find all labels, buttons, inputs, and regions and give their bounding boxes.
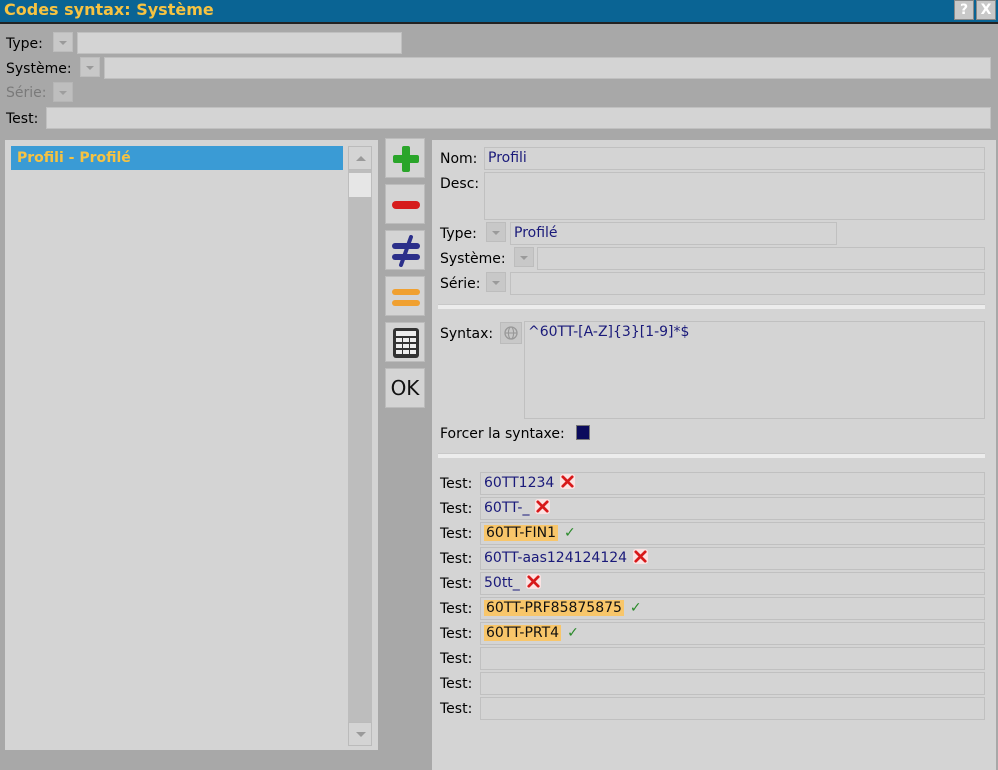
serie-label: Série: <box>6 85 47 101</box>
calculator-button[interactable] <box>385 322 425 362</box>
not-equal-button[interactable] <box>385 230 425 270</box>
ok-button[interactable]: OK <box>385 368 425 408</box>
test-value: 60TT1234 <box>484 475 555 491</box>
test-row-label: Test: <box>440 626 473 642</box>
desc-label: Desc: <box>440 176 480 192</box>
systeme-label: Système: <box>6 61 72 77</box>
test-row-label: Test: <box>440 601 473 617</box>
test-row-label: Test: <box>440 576 473 592</box>
detail-type-field[interactable]: Profilé <box>510 222 837 245</box>
test-field[interactable]: 60TT-FIN1 ✓ <box>480 522 985 545</box>
equal-icon <box>392 289 420 306</box>
test-field[interactable] <box>480 672 985 695</box>
nom-label: Nom: <box>440 151 478 167</box>
desc-field[interactable] <box>484 172 985 220</box>
detail-serie-label: Série: <box>440 276 481 292</box>
systeme-dropdown[interactable] <box>80 57 100 77</box>
cross-icon <box>525 574 541 589</box>
cross-icon <box>535 499 551 514</box>
test-value: 60TT-PRT4 <box>484 625 562 641</box>
test-row-label: Test: <box>440 701 473 717</box>
nom-field[interactable]: Profili <box>484 147 985 170</box>
test-value: 60TT-aas124124124 <box>484 550 628 566</box>
test-field[interactable] <box>480 647 985 670</box>
syntax-globe-button[interactable] <box>500 322 522 344</box>
test-row-label: Test: <box>440 651 473 667</box>
test-row-label: Test: <box>440 676 473 692</box>
forcer-label: Forcer la syntaxe: <box>440 426 565 442</box>
test-field[interactable] <box>480 697 985 720</box>
detail-serie-field[interactable] <box>510 272 985 295</box>
syntax-field[interactable]: ^60TT-[A-Z]{3}[1-9]*$ <box>524 321 985 419</box>
test-field[interactable] <box>46 107 991 129</box>
test-field[interactable]: 60TT-aas124124124 <box>480 547 985 570</box>
window-title: Codes syntax: Système <box>4 0 214 19</box>
divider <box>438 304 985 309</box>
not-equal-icon <box>392 235 420 267</box>
detail-systeme-dropdown[interactable] <box>514 247 534 267</box>
test-field[interactable]: 60TT-_ <box>480 497 985 520</box>
check-icon: ✓ <box>567 625 579 641</box>
type-label: Type: <box>6 36 43 52</box>
type-dropdown[interactable] <box>53 32 73 52</box>
divider <box>438 453 985 458</box>
remove-button[interactable] <box>385 184 425 224</box>
test-value: 60TT-FIN1 <box>484 525 558 541</box>
test-row-label: Test: <box>440 476 473 492</box>
list-panel <box>5 140 378 750</box>
equal-button[interactable] <box>385 276 425 316</box>
detail-systeme-field[interactable] <box>537 247 985 270</box>
detail-type-dropdown[interactable] <box>486 222 506 242</box>
test-row-label: Test: <box>440 551 473 567</box>
test-value: 60TT-PRF85875875 <box>484 600 624 616</box>
globe-icon <box>504 326 518 340</box>
list-item[interactable]: Profili - Profilé <box>11 146 343 170</box>
scroll-thumb[interactable] <box>349 173 371 197</box>
calculator-icon <box>393 328 419 358</box>
forcer-checkbox[interactable] <box>576 425 590 440</box>
cross-icon <box>560 474 576 489</box>
close-button[interactable]: X <box>976 0 996 20</box>
detail-serie-dropdown[interactable] <box>486 272 506 292</box>
test-row-label: Test: <box>440 526 473 542</box>
scroll-down-button[interactable] <box>348 722 372 746</box>
test-row-label: Test: <box>440 501 473 517</box>
title-bar: Codes syntax: Système ? X <box>0 0 998 24</box>
syntax-label: Syntax: <box>440 326 494 342</box>
test-value: 50tt_ <box>484 575 520 591</box>
serie-dropdown <box>53 82 73 102</box>
add-button[interactable] <box>385 138 425 178</box>
test-value: 60TT-_ <box>484 500 530 516</box>
test-label: Test: <box>6 111 39 127</box>
test-field[interactable]: 60TT1234 <box>480 472 985 495</box>
detail-type-label: Type: <box>440 226 477 242</box>
test-field[interactable]: 60TT-PRF85875875 ✓ <box>480 597 985 620</box>
detail-systeme-label: Système: <box>440 251 506 267</box>
list-scrollbar[interactable] <box>348 146 372 740</box>
minus-icon <box>392 201 420 209</box>
check-icon: ✓ <box>629 600 642 616</box>
type-field[interactable] <box>77 32 402 54</box>
cross-icon <box>633 549 649 564</box>
plus-icon <box>393 146 419 172</box>
check-icon: ✓ <box>564 525 576 541</box>
help-button[interactable]: ? <box>954 0 974 20</box>
scroll-up-button[interactable] <box>348 146 372 170</box>
test-field[interactable]: 50tt_ <box>480 572 985 595</box>
ok-label: OK <box>390 376 420 400</box>
systeme-field[interactable] <box>104 57 991 79</box>
test-field[interactable]: 60TT-PRT4 ✓ <box>480 622 985 645</box>
